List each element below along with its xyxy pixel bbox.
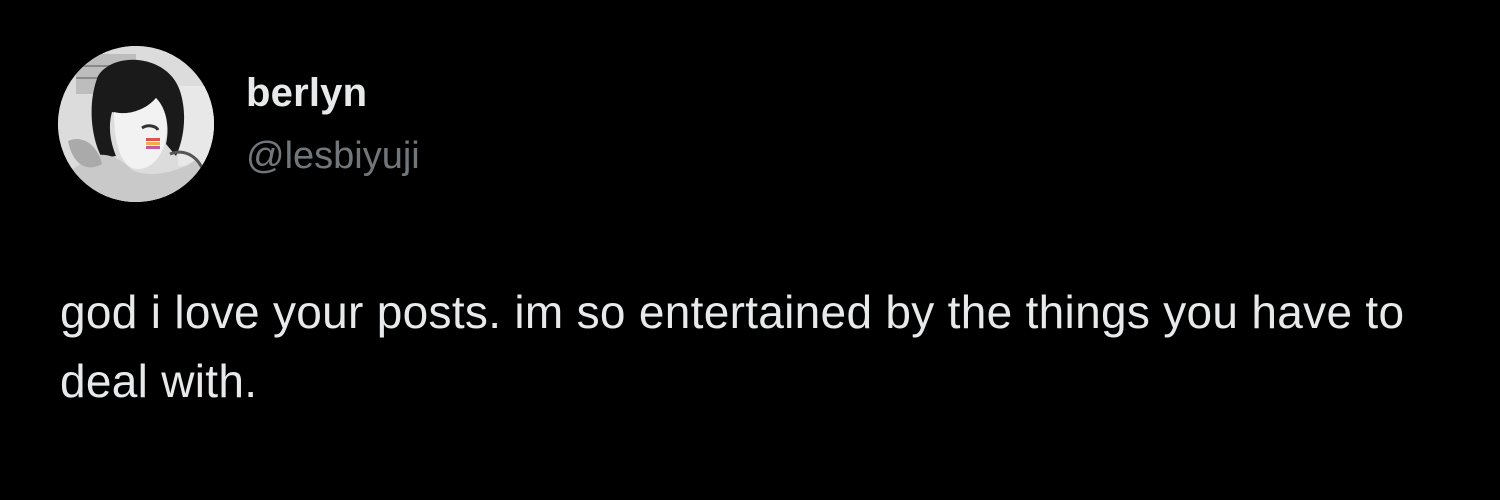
author-handle[interactable]: @lesbiyuji: [246, 133, 420, 179]
avatar[interactable]: [58, 46, 214, 202]
author-display-name[interactable]: berlyn: [246, 69, 420, 117]
avatar-image: [58, 46, 214, 202]
author-names: berlyn @lesbiyuji: [246, 69, 420, 179]
tweet-card: berlyn @lesbiyuji god i love your posts.…: [0, 0, 1500, 500]
tweet-text: god i love your posts. im so entertained…: [60, 286, 1405, 407]
tweet-header: berlyn @lesbiyuji: [58, 46, 420, 202]
